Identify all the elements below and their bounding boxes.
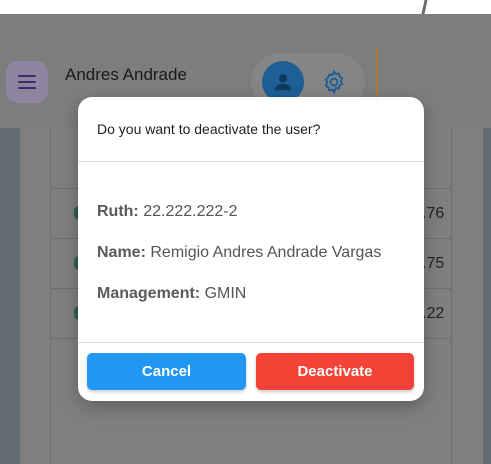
gear-icon (324, 69, 344, 95)
top-strip (0, 0, 491, 14)
table-border (50, 128, 51, 464)
dialog-divider (78, 161, 424, 162)
user-icon (274, 74, 292, 91)
side-panel-left (0, 128, 20, 464)
settings-button[interactable] (316, 64, 352, 100)
menu-icon (18, 73, 36, 91)
table-cell: .22 (422, 305, 445, 322)
user-name: Andres Andrade (65, 65, 187, 84)
menu-button[interactable] (6, 61, 48, 103)
ruth-value: 22.222.222-2 (143, 203, 238, 220)
dialog-divider (78, 342, 424, 343)
cancel-button[interactable]: Cancel (87, 353, 246, 390)
table-cell: .75 (422, 255, 445, 272)
deactivate-button[interactable]: Deactivate (256, 353, 414, 390)
deactivate-user-dialog: Do you want to deactivate the user? Ruth… (78, 97, 424, 401)
management-label: Management: (97, 285, 201, 302)
side-panel-right (483, 128, 491, 464)
table-cell: .76 (422, 205, 445, 222)
management-field: Management: GMIN (97, 285, 246, 303)
management-value: GMIN (204, 285, 247, 302)
name-field: Name: Remigio Andres Andrade Vargas (97, 244, 381, 262)
name-label: Name: (97, 244, 146, 261)
ruth-field: Ruth: 22.222.222-2 (97, 203, 238, 221)
table-border (451, 128, 452, 464)
ruth-label: Ruth: (97, 203, 139, 220)
divider-mark (421, 0, 428, 14)
dialog-title: Do you want to deactivate the user? (97, 121, 321, 137)
name-value: Remigio Andres Andrade Vargas (150, 244, 382, 261)
